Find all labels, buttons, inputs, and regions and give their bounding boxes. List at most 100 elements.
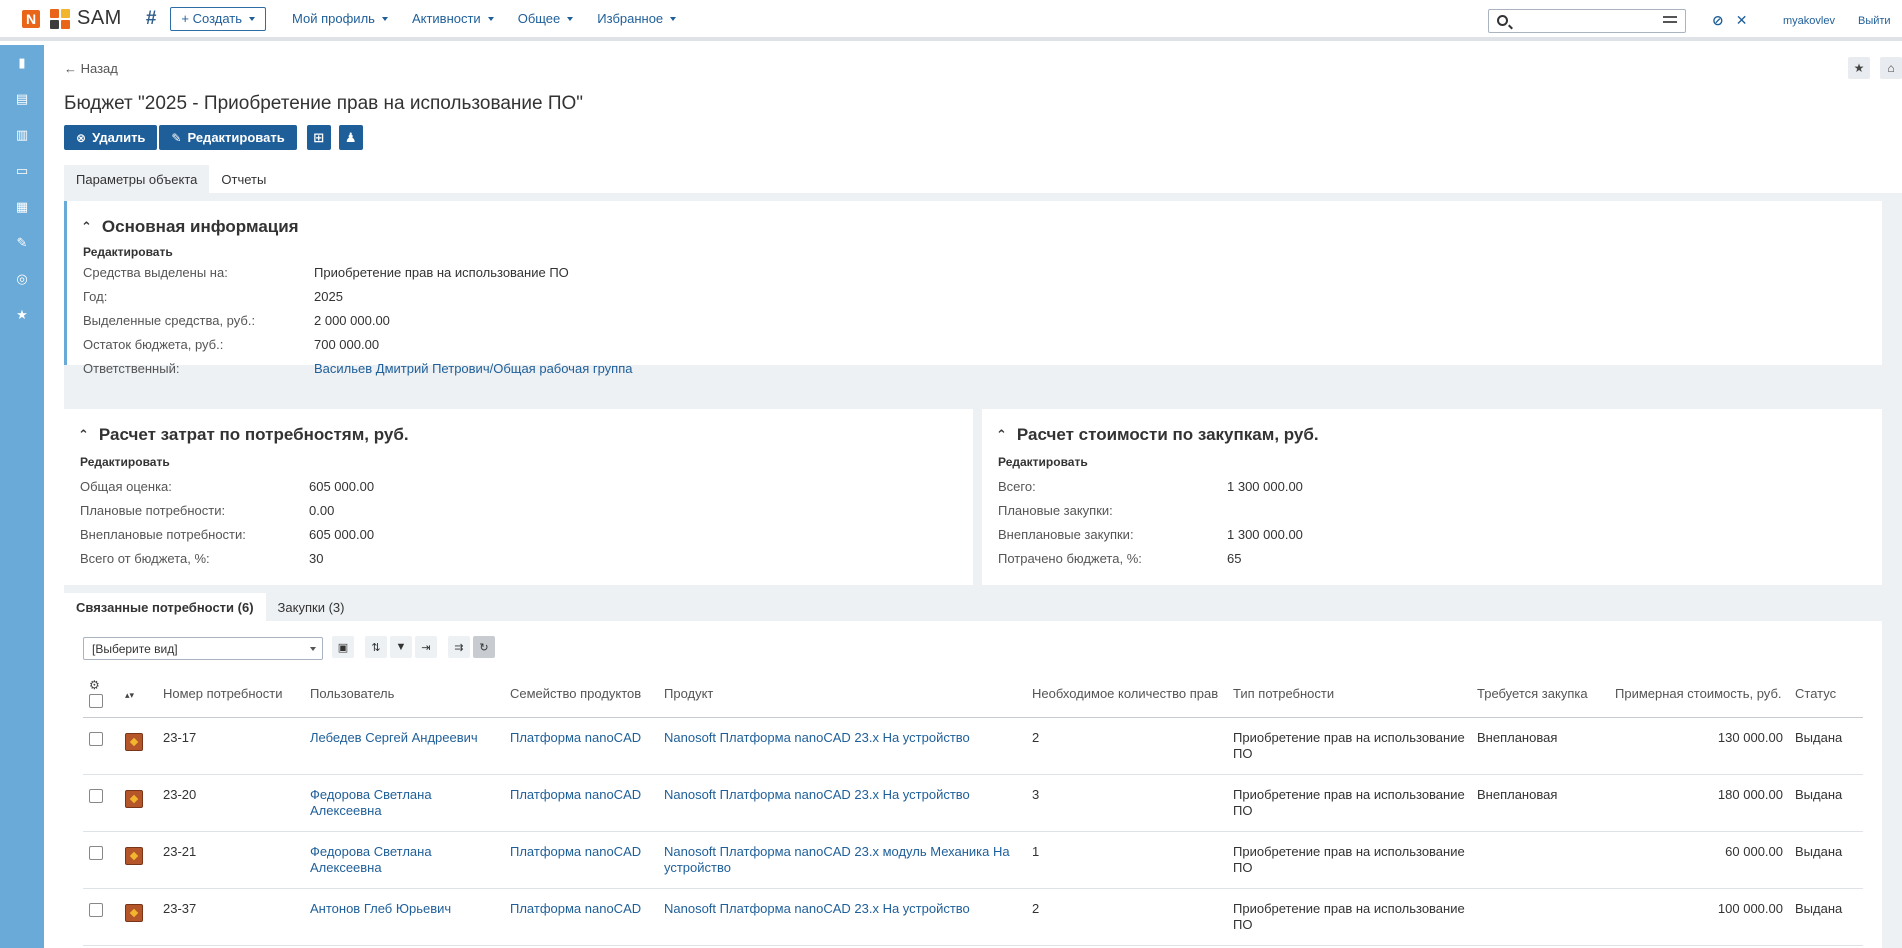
product-link[interactable]: Nanosoft Платформа nanoCAD 23.x На устро… (658, 774, 1026, 832)
sidebar-monitor-icon[interactable]: ▭ (0, 153, 44, 189)
responsible-link[interactable]: Васильев Дмитрий Петрович/Общая рабочая … (314, 361, 632, 376)
hashtag-icon[interactable]: # (146, 8, 157, 30)
nav-my-profile[interactable]: Мой профиль (292, 11, 388, 26)
tab-reports[interactable]: Отчеты (209, 165, 278, 193)
favorite-star-icon[interactable]: ★ (1848, 57, 1870, 79)
table-row[interactable]: 23-21 Федорова Светлана Алексеевна Платф… (83, 831, 1863, 889)
view-select[interactable]: [Выберите вид] (83, 637, 323, 660)
export-icon[interactable]: ⇥ (415, 636, 437, 658)
sidebar-dashboard-icon[interactable]: ▦ (0, 189, 44, 225)
home-icon[interactable]: ⌂ (1880, 57, 1902, 79)
columns-icon[interactable]: ⇉ (448, 636, 470, 658)
col-product[interactable]: Продукт (658, 672, 1026, 718)
required-qty: 2 (1026, 888, 1227, 946)
product-family-link[interactable]: Платформа nanoCAD (504, 831, 658, 889)
product-link[interactable]: Nanosoft Платформа nanoCAD 23.x модуль М… (658, 831, 1026, 889)
logout-link[interactable]: Выйти (1858, 15, 1891, 27)
field-value: 2025 (314, 289, 343, 304)
tools-icon[interactable]: ✕ (1736, 12, 1748, 29)
row-checkbox[interactable] (89, 902, 103, 917)
need-number: 23-17 (157, 717, 304, 775)
field-value: 0.00 (309, 503, 335, 518)
col-user[interactable]: Пользователь (304, 672, 504, 718)
nav-activities[interactable]: Активности (412, 11, 494, 26)
sidebar-document-icon[interactable]: ▤ (0, 81, 44, 117)
refresh-icon[interactable]: ↻ (473, 636, 495, 658)
product-family-link[interactable]: Платформа nanoCAD (504, 717, 658, 775)
search-settings-icon[interactable] (1663, 16, 1677, 27)
col-need-type[interactable]: Тип потребности (1227, 672, 1471, 718)
delete-button[interactable]: ⊗ Удалить (64, 125, 158, 150)
nav-favorites[interactable]: Избранное (597, 11, 677, 26)
row-checkbox[interactable] (89, 845, 103, 860)
row-checkbox[interactable] (89, 788, 103, 803)
nav-label: Общее (517, 11, 561, 26)
create-button[interactable]: + Создать (170, 6, 267, 31)
edit-button[interactable]: ✎ Редактировать (159, 125, 297, 150)
add-child-button[interactable]: ⊞ (306, 125, 331, 150)
gear-icon[interactable]: ⚙ (89, 678, 113, 692)
col-product-family[interactable]: Семейство продуктов (504, 672, 658, 718)
sidebar-book-icon[interactable]: ▮ (0, 45, 44, 81)
nav-general[interactable]: Общее (518, 11, 574, 26)
row-checkbox[interactable] (89, 731, 103, 746)
save-icon[interactable]: ▣ (332, 636, 354, 658)
col-need-number[interactable]: Номер потребности (157, 672, 304, 718)
edit-link[interactable]: Редактировать (83, 245, 173, 259)
product-link[interactable]: Nanosoft Платформа nanoCAD 23.x На устро… (658, 888, 1026, 946)
table-row[interactable]: 23-20 Федорова Светлана Алексеевна Платф… (83, 774, 1863, 832)
main-info-card: ⌃ Основная информация Редактировать Средс… (64, 201, 1882, 376)
back-link[interactable]: ← Назад (64, 61, 118, 76)
sidebar-library-icon[interactable]: ▥ (0, 117, 44, 153)
sidebar-edit-icon[interactable]: ✎ (0, 225, 44, 261)
edit-link[interactable]: Редактировать (80, 455, 170, 469)
sort-header[interactable]: ▴▾ (119, 672, 157, 718)
card-header[interactable]: ⌃ Расчет затрат по потребностям, руб. (78, 425, 409, 445)
card-header[interactable]: ⌃ Основная информация (81, 217, 299, 237)
col-status[interactable]: Статус (1789, 672, 1863, 718)
col-estimated-cost[interactable]: Примерная стоимость, руб. (1609, 672, 1789, 718)
sidebar-star-icon[interactable]: ★ (0, 297, 44, 333)
visibility-off-icon[interactable]: ⊘ (1712, 12, 1724, 29)
row-select-cell (83, 888, 119, 946)
field-label: Год: (83, 289, 108, 304)
table-row[interactable]: 23-37 Антонов Глеб Юрьевич Платформа nan… (83, 888, 1863, 946)
table-toolbar: ▣ ⇅ ▼ ⇥ ⇉ ↻ (332, 636, 498, 658)
select-all-checkbox[interactable] (89, 693, 103, 708)
col-required-qty[interactable]: Необходимое количество прав (1026, 672, 1227, 718)
filter-icon[interactable]: ▼ (390, 636, 412, 658)
need-type: Приобретение прав на использование ПО (1227, 774, 1471, 832)
edit-label: Редактировать (187, 130, 285, 145)
tab-related-needs[interactable]: Связанные потребности (6) (64, 593, 266, 621)
field-label: Ответственный: (83, 361, 180, 376)
table-row[interactable]: 23-17 Лебедев Сергей Андреевич Платформа… (83, 717, 1863, 775)
add-user-button[interactable]: ♟ (338, 125, 363, 150)
field-value: 700 000.00 (314, 337, 380, 352)
search-input[interactable] (1488, 9, 1686, 33)
user-link[interactable]: Антонов Глеб Юрьевич (304, 888, 504, 946)
main-content: ← Назад ★ ⌂ Бюджет "2025 - Приобретение … (44, 45, 1902, 948)
sidebar-support-icon[interactable]: ◎ (0, 261, 44, 297)
user-link[interactable]: Лебедев Сергей Андреевич (304, 717, 504, 775)
field-value: 2 000 000.00 (314, 313, 390, 328)
row-select-cell (83, 717, 119, 775)
product-link[interactable]: Nanosoft Платформа nanoCAD 23.x На устро… (658, 717, 1026, 775)
sort-icon[interactable]: ⇅ (365, 636, 387, 658)
tab-object-parameters[interactable]: Параметры объекта (64, 165, 210, 193)
product-family-link[interactable]: Платформа nanoCAD (504, 774, 658, 832)
card-header[interactable]: ⌃ Расчет стоимости по закупкам, руб. (996, 425, 1319, 445)
col-purchase-required[interactable]: Требуется закупка (1471, 672, 1609, 718)
related-needs-panel: [Выберите вид] ▣ ⇅ ▼ ⇥ ⇉ ↻ ⚙ ▴▾ Номер по… (64, 621, 1882, 948)
user-name-link[interactable]: myakovlev (1783, 15, 1835, 27)
close-circle-icon: ⊗ (76, 130, 87, 145)
user-link[interactable]: Федорова Светлана Алексеевна (304, 831, 504, 889)
app-logo[interactable]: N SAM (22, 7, 122, 30)
field-label: Общая оценка: (80, 479, 172, 494)
tab-purchases[interactable]: Закупки (3) (266, 593, 357, 621)
product-family-link[interactable]: Платформа nanoCAD (504, 888, 658, 946)
card-title: Основная информация (101, 217, 299, 236)
user-link[interactable]: Федорова Светлана Алексеевна (304, 774, 504, 832)
related-tabs: Связанные потребности (6) Закупки (3) (64, 593, 356, 621)
delete-label: Удалить (92, 130, 146, 145)
edit-link[interactable]: Редактировать (998, 455, 1088, 469)
